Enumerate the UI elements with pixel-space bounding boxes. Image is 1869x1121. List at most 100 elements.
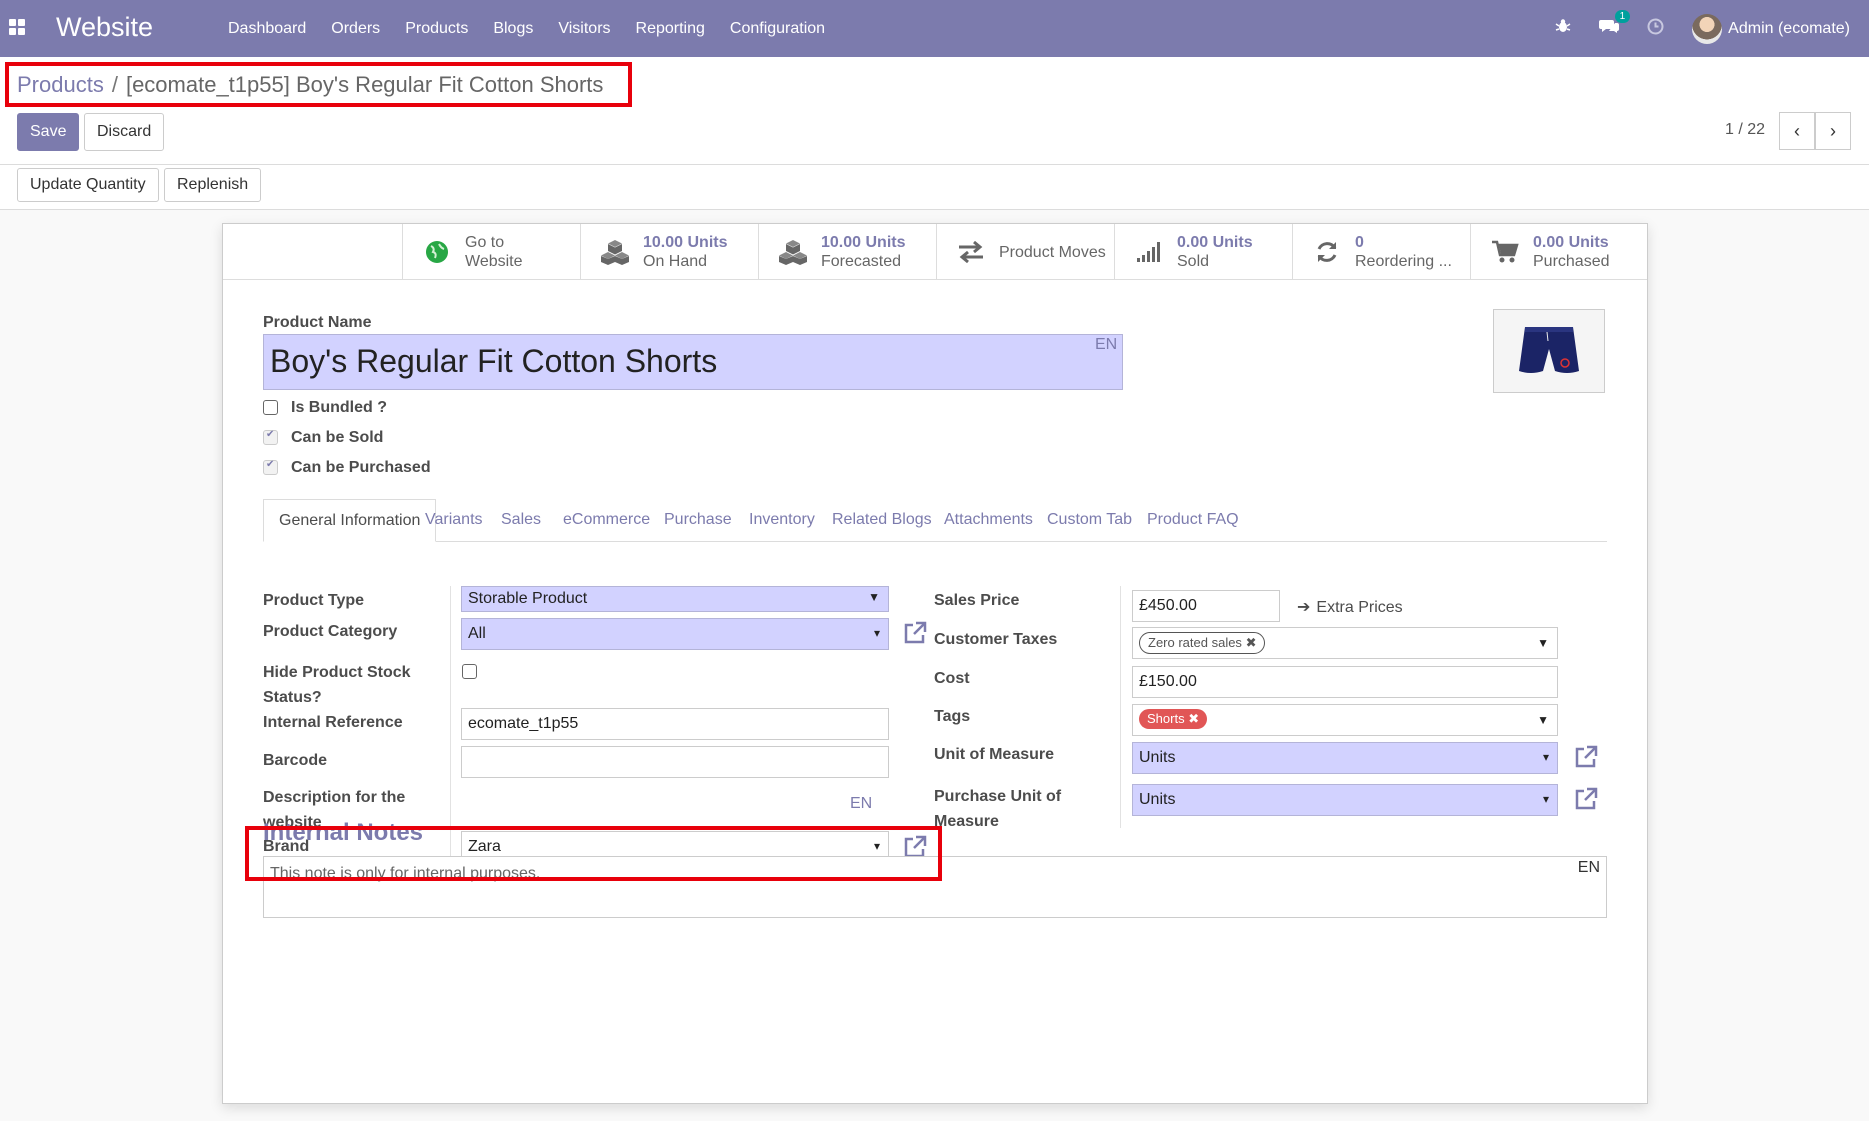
menu-visitors[interactable]: Visitors — [558, 20, 610, 38]
menu-configuration[interactable]: Configuration — [730, 20, 825, 38]
smart-button-product-moves[interactable]: Product Moves — [936, 224, 1114, 280]
uom-external-link-icon[interactable] — [1574, 745, 1598, 769]
caret-down-icon: ▾ — [873, 839, 880, 853]
can-be-sold-checkbox[interactable] — [263, 429, 278, 445]
smart-forecasted-label: Forecasted — [821, 253, 902, 270]
product-name-label: Product Name — [263, 314, 372, 331]
menu-blogs[interactable]: Blogs — [493, 20, 533, 38]
tab-inventory[interactable]: Inventory — [749, 499, 815, 542]
discard-button[interactable]: Discard — [84, 113, 165, 151]
smart-reordering-value: 0 — [1355, 234, 1364, 251]
menu-reporting[interactable]: Reporting — [636, 20, 705, 38]
globe-icon — [419, 240, 455, 264]
smart-on-hand-label: On Hand — [643, 253, 708, 270]
smart-button-forecasted[interactable]: 10.00 Units Forecasted — [758, 224, 936, 280]
internal-reference-input[interactable]: ecomate_t1p55 — [461, 708, 889, 740]
user-menu[interactable]: Admin (ecomate) — [1728, 20, 1850, 38]
internal-notes-field[interactable]: This note is only for internal purposes.… — [263, 856, 1607, 918]
caret-down-icon: ▾ — [1542, 750, 1549, 764]
signal-bars-icon — [1131, 241, 1167, 263]
product-name-lang-button[interactable]: EN — [1095, 336, 1117, 354]
menu-products[interactable]: Products — [405, 20, 468, 38]
tab-variants[interactable]: Variants — [425, 499, 483, 542]
sales-price-input[interactable]: £450.00 — [1132, 590, 1280, 622]
smart-button-on-hand[interactable]: 10.00 Units On Hand — [580, 224, 758, 280]
internal-notes-placeholder: This note is only for internal purposes. — [270, 865, 541, 882]
purchase-uom-label: Purchase Unit of Measure — [934, 788, 1062, 830]
user-avatar[interactable] — [1692, 13, 1723, 44]
apps-menu-icon[interactable] — [9, 19, 25, 35]
tab-purchase[interactable]: Purchase — [664, 499, 732, 542]
is-bundled-label: Is Bundled ? — [291, 399, 387, 416]
activity-clock-icon[interactable] — [1647, 18, 1664, 40]
can-be-purchased-checkbox[interactable] — [263, 459, 278, 475]
pager-value[interactable]: 1 / 22 — [1725, 121, 1765, 139]
tab-attachments[interactable]: Attachments — [944, 499, 1033, 542]
update-quantity-button[interactable]: Update Quantity — [17, 168, 159, 202]
top-navbar: Website Dashboard Orders Products Blogs … — [0, 0, 1869, 57]
remove-tag-icon[interactable]: ✖ — [1188, 711, 1199, 726]
smart-product-moves-label: Product Moves — [999, 243, 1106, 261]
remove-tag-icon[interactable]: ✖ — [1246, 635, 1257, 650]
app-title[interactable]: Website — [56, 12, 153, 43]
category-external-link-icon[interactable] — [903, 621, 927, 645]
breadcrumb-products-link[interactable]: Products — [17, 72, 104, 98]
smart-buttons-row: Go to Website 10.00 Units On Hand 10.00 Un… — [223, 224, 1647, 280]
cost-input[interactable]: £150.00 — [1132, 666, 1558, 698]
unit-of-measure-label: Unit of Measure — [934, 746, 1055, 763]
pager-previous-button[interactable]: ‹ — [1779, 112, 1815, 150]
caret-down-icon: ▼ — [1537, 636, 1549, 650]
menu-dashboard[interactable]: Dashboard — [228, 20, 306, 38]
right-column-divider — [1120, 586, 1121, 828]
purchase-uom-value: Units — [1139, 791, 1176, 808]
bug-icon[interactable] — [1555, 18, 1571, 39]
tags-select[interactable]: Shorts ✖ ▼ — [1132, 704, 1558, 736]
is-bundled-checkbox[interactable] — [263, 400, 278, 415]
breadcrumb-separator: / — [111, 72, 118, 97]
smart-button-website[interactable]: Go to Website — [402, 224, 580, 280]
replenish-button[interactable]: Replenish — [164, 168, 262, 202]
cost-label: Cost — [934, 670, 970, 687]
customer-tax-tag-label: Zero rated sales — [1148, 635, 1242, 650]
messages-count-badge: 1 — [1614, 10, 1631, 23]
menu-orders[interactable]: Orders — [331, 20, 380, 38]
barcode-label: Barcode — [263, 752, 328, 769]
shorts-image-icon — [1519, 327, 1579, 373]
smart-forecasted-value: 10.00 Units — [821, 234, 906, 251]
smart-button-sold[interactable]: 0.00 Units Sold — [1114, 224, 1292, 280]
cubes-icon — [597, 239, 633, 265]
smart-button-purchased[interactable]: 0.00 Units Purchased — [1470, 224, 1648, 280]
tab-sales[interactable]: Sales — [501, 499, 541, 542]
extra-prices-button[interactable]: ➔ Extra Prices — [1297, 597, 1403, 617]
tab-related-blogs[interactable]: Related Blogs — [832, 499, 932, 542]
product-type-select[interactable]: Storable Product ▼ — [461, 586, 889, 612]
shorts-tag: Shorts ✖ — [1139, 709, 1208, 729]
tab-product-faq[interactable]: Product FAQ — [1147, 499, 1239, 542]
product-category-select[interactable]: All ▾ — [461, 618, 889, 650]
purchase-uom-external-link-icon[interactable] — [1574, 787, 1598, 811]
chevron-right-icon: › — [1830, 120, 1836, 141]
product-name-input[interactable]: Boy's Regular Fit Cotton Shorts — [263, 334, 1123, 390]
hide-stock-checkbox[interactable] — [462, 664, 477, 679]
product-type-label: Product Type — [263, 592, 365, 609]
unit-of-measure-select[interactable]: Units ▾ — [1132, 742, 1558, 774]
tab-ecommerce[interactable]: eCommerce — [563, 499, 650, 542]
messages-icon[interactable]: 1 — [1599, 10, 1631, 39]
purchase-uom-select[interactable]: Units ▾ — [1132, 784, 1558, 816]
barcode-input[interactable] — [461, 746, 889, 778]
tab-general-information[interactable]: General Information — [263, 499, 437, 542]
product-type-value: Storable Product — [468, 590, 588, 607]
pager-next-button[interactable]: › — [1815, 112, 1851, 150]
smart-sold-value: 0.00 Units — [1177, 234, 1253, 251]
save-button[interactable]: Save — [17, 113, 80, 151]
product-image[interactable] — [1493, 309, 1605, 393]
internal-notes-lang-button[interactable]: EN — [1578, 859, 1600, 877]
exchange-arrows-icon — [953, 241, 989, 263]
smart-button-reordering[interactable]: 0 Reordering ... — [1292, 224, 1470, 280]
customer-taxes-select[interactable]: Zero rated sales ✖ ▼ — [1132, 627, 1558, 659]
tab-custom-tab[interactable]: Custom Tab — [1047, 499, 1132, 542]
arrow-right-icon: ➔ — [1297, 599, 1311, 616]
website-description-lang-button[interactable]: EN — [850, 795, 872, 813]
customer-taxes-label: Customer Taxes — [934, 631, 1058, 648]
form-statusbar: Update Quantity Replenish — [0, 165, 1869, 210]
